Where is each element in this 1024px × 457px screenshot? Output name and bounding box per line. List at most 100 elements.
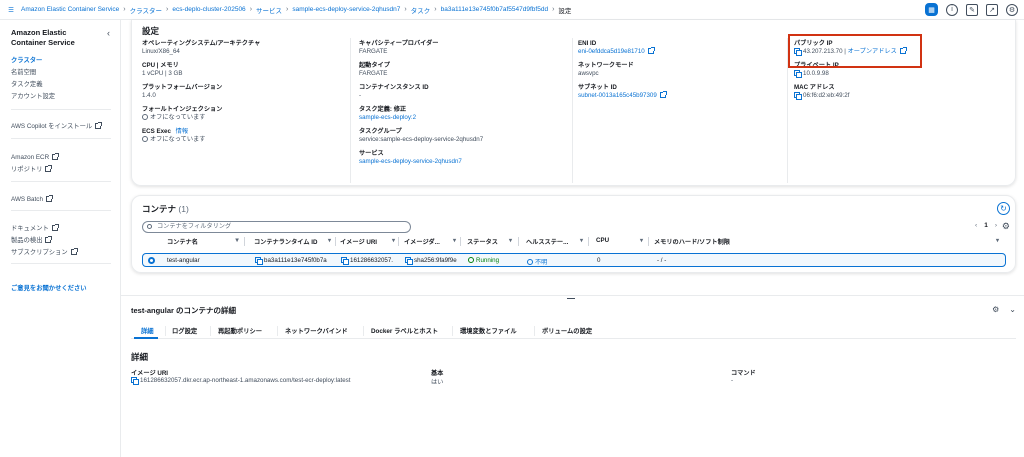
repos-label: リポジトリ — [11, 166, 43, 173]
sort-icon[interactable]: ▾ — [509, 237, 512, 244]
tab-docker-labels[interactable]: Docker ラベルとホスト — [371, 326, 438, 335]
col-header-runtime[interactable]: コンテナランタイム ID — [254, 237, 317, 246]
col-header-health[interactable]: ヘルスステー... — [526, 237, 568, 246]
sidebar-item-docs[interactable]: ドキュメント — [11, 224, 59, 233]
settings-icon[interactable]: ⚙ — [992, 305, 999, 314]
breadcrumb-task[interactable]: ba3a111e13e745f0b7af5547d9fbf5dd — [441, 6, 548, 13]
external-link-icon — [45, 236, 53, 243]
sort-icon[interactable]: ▾ — [996, 237, 999, 244]
sort-icon[interactable]: ▾ — [453, 237, 456, 244]
copy-icon[interactable] — [794, 70, 802, 78]
col-header-status[interactable]: ステータス — [467, 237, 498, 246]
copy-icon[interactable] — [255, 257, 263, 265]
copy-icon[interactable] — [405, 257, 413, 265]
refresh-icon[interactable]: ↻ — [997, 202, 1010, 215]
sort-icon[interactable]: ▾ — [328, 237, 331, 244]
tab-details[interactable]: 詳細 — [141, 326, 154, 335]
eni-link[interactable]: eni-0efddca5d19e81710 — [578, 48, 645, 55]
sidebar-item-subscriptions[interactable]: サブスクリプション — [11, 248, 78, 257]
breadcrumb-cluster[interactable]: ecs-deplo-cluster-202506 — [172, 6, 245, 13]
subnet-link[interactable]: subnet-0013a165c45b97309 — [578, 92, 657, 99]
breadcrumb-tasks[interactable]: タスク — [411, 5, 431, 15]
info-icon[interactable]: i — [946, 3, 958, 16]
sidebar-item-batch[interactable]: AWS Batch — [11, 195, 53, 204]
table-row[interactable]: test-angular ba3a111e13e745f0b7a 1612866… — [142, 253, 1006, 267]
task-def-label: タスク定義: 修正 — [359, 106, 407, 113]
settings-icon[interactable]: ⚙ — [1006, 3, 1018, 16]
task-def-link[interactable]: sample-ecs-deploy:2 — [359, 114, 416, 121]
detail-title: test-angular のコンテナの詳細 — [131, 306, 237, 315]
calendar-icon[interactable]: ▦ — [925, 3, 938, 16]
copy-icon[interactable] — [341, 257, 349, 265]
sort-icon[interactable]: ▾ — [640, 237, 643, 244]
cell-status: Running — [468, 257, 499, 264]
tab-restart-policy[interactable]: 再起動ポリシー — [218, 326, 262, 335]
sidebar-item-discover[interactable]: 製品の検出 — [11, 236, 53, 245]
copy-icon[interactable] — [794, 92, 802, 100]
top-right-icons: ▦ i ✎ ↗ ⚙ — [925, 3, 1018, 16]
tab-volumes[interactable]: ボリュームの設定 — [542, 326, 592, 335]
page-number[interactable]: 1 — [984, 222, 988, 229]
breadcrumb-service[interactable]: sample-ecs-deploy-service-2qhusdn7 — [292, 6, 400, 13]
copy-icon[interactable] — [131, 377, 139, 385]
discover-label: 製品の検出 — [11, 237, 43, 244]
prev-page-icon[interactable]: ‹ — [975, 222, 977, 229]
command-label: コマンド — [731, 370, 756, 377]
col-header-name[interactable]: コンテナ名 — [167, 237, 198, 246]
sort-down-icon[interactable]: ▼ — [234, 237, 240, 244]
column-divider — [518, 237, 519, 246]
chevron-down-icon[interactable]: ⌄ — [1009, 305, 1016, 314]
col-header-memory[interactable]: メモリのハード/ソフト制限 — [654, 237, 730, 246]
settings-panel: 設定 オペレーティングシステム/アーキテクチャ Linux/X86_64 CPU … — [131, 20, 1016, 186]
docs-label: ドキュメント — [11, 225, 49, 232]
mac-value: 06:f6:d2:eb:49:2f — [803, 92, 850, 99]
service-link[interactable]: sample-ecs-deploy-service-2qhusdn7 — [359, 158, 462, 165]
col-header-digest[interactable]: イメージダ... — [404, 237, 440, 246]
exec-info-link[interactable]: 情報 — [176, 128, 188, 135]
tab-divider — [210, 326, 211, 336]
column-divider — [350, 38, 351, 183]
tab-network-bindings[interactable]: ネットワークバインド — [285, 326, 348, 335]
tab-log-config[interactable]: ログ設定 — [172, 326, 197, 335]
external-link-icon — [52, 153, 60, 160]
sidebar-item-ecr[interactable]: Amazon ECR — [11, 153, 60, 162]
cell-health[interactable]: 不明 — [527, 257, 547, 266]
sidebar-item-namespaces[interactable]: 名前空間 — [11, 68, 120, 77]
sidebar-item-task-definitions[interactable]: タスク定義 — [11, 80, 120, 89]
sidebar-item-repositories[interactable]: リポジトリ — [11, 165, 53, 174]
next-page-icon[interactable]: › — [995, 222, 997, 229]
sidebar-item-copilot[interactable]: AWS Copilot をインストール — [11, 122, 103, 131]
fault-label: フォールトインジェクション — [142, 106, 223, 113]
settings-title: 設定 — [142, 26, 160, 36]
launch-value: FARGATE — [359, 70, 388, 77]
sort-icon[interactable]: ▾ — [392, 237, 395, 244]
feedback-link[interactable]: ご意見をお聞かせください — [11, 283, 87, 292]
close-icon[interactable]: ‹ — [107, 28, 110, 38]
cell-memory: - / - — [657, 257, 667, 264]
detail-tabs: 詳細 ログ設定 再起動ポリシー ネットワークバインド Docker ラベルとホス… — [131, 323, 1016, 339]
search-icon — [147, 224, 152, 229]
mac-label: MAC アドレス — [794, 84, 835, 91]
active-tab-underline — [134, 337, 158, 339]
sidebar: Amazon Elastic Container Service ‹ クラスター… — [0, 20, 121, 457]
col-header-image[interactable]: イメージ URI — [340, 237, 377, 246]
status-off-icon — [142, 114, 148, 120]
unknown-icon — [527, 259, 533, 265]
external-link-icon — [45, 195, 53, 202]
sidebar-item-account-settings[interactable]: アカウント設定 — [11, 92, 120, 101]
pagination: ‹ 1 › — [975, 222, 997, 229]
tab-env-files[interactable]: 環境変数とファイル — [460, 326, 517, 335]
table-settings-icon[interactable]: ⚙ — [1002, 221, 1010, 232]
resize-handle[interactable] — [567, 298, 575, 299]
col-header-cpu[interactable]: CPU — [596, 237, 609, 244]
breadcrumb-clusters[interactable]: クラスター — [130, 5, 162, 15]
sort-icon[interactable]: ▾ — [580, 237, 583, 244]
breadcrumb-services[interactable]: サービス — [256, 5, 282, 15]
feedback-icon[interactable]: ✎ — [966, 3, 978, 16]
menu-icon[interactable]: ☰ — [5, 4, 17, 16]
search-input[interactable]: コンテナをフィルタリング — [142, 221, 411, 233]
row-radio[interactable] — [148, 257, 155, 264]
sidebar-item-clusters[interactable]: クラスター — [11, 56, 120, 65]
breadcrumb-ecs[interactable]: Amazon Elastic Container Service — [21, 6, 119, 13]
external-icon[interactable]: ↗ — [986, 3, 998, 16]
